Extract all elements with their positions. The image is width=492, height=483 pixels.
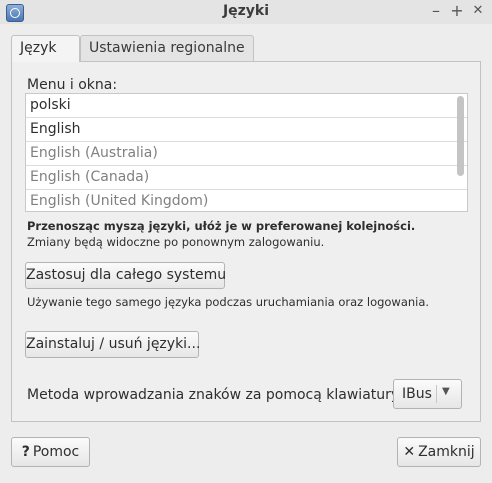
help-button[interactable]: ? Pomoc xyxy=(11,437,90,467)
list-item[interactable]: polski xyxy=(26,94,467,118)
list-item[interactable]: English (Australia) xyxy=(26,142,467,166)
tab-language[interactable]: Język xyxy=(11,35,80,62)
drag-order-hint: Przenosząc myszą języki, ułóż je w prefe… xyxy=(27,219,416,233)
close-button[interactable]: ✕ Zamknij xyxy=(397,437,481,467)
list-item[interactable]: English xyxy=(26,118,467,142)
tab-regional-settings[interactable]: Ustawienia regionalne xyxy=(80,35,254,61)
language-list[interactable]: polski English English (Australia) Engli… xyxy=(25,93,468,212)
input-method-label: Metoda wprowadzania znaków za pomocą kla… xyxy=(27,387,403,403)
chevron-down-icon: ▼ xyxy=(442,386,450,397)
combo-separator xyxy=(436,385,437,403)
minimize-icon[interactable]: – xyxy=(427,2,445,20)
close-icon: ✕ xyxy=(403,444,416,460)
help-icon: ? xyxy=(21,444,30,460)
list-item[interactable]: English (United Kingdom) xyxy=(26,190,467,211)
help-label: Pomoc xyxy=(32,444,80,460)
menus-windows-label: Menu i okna: xyxy=(27,77,118,93)
install-remove-languages-button[interactable]: Zainstaluj / usuń języki... xyxy=(25,331,200,358)
window-title: Języki xyxy=(222,3,270,19)
list-scrollbar[interactable] xyxy=(457,96,465,209)
input-method-select[interactable]: IBus ▼ xyxy=(393,379,462,409)
input-method-value: IBus xyxy=(402,386,432,402)
title-bar: Języki – + ✕ xyxy=(0,0,492,24)
maximize-icon[interactable]: + xyxy=(448,2,466,20)
apply-description: Używanie tego samego języka podczas uruc… xyxy=(27,295,430,309)
close-icon[interactable]: ✕ xyxy=(469,2,487,20)
scrollbar-thumb[interactable] xyxy=(457,96,464,176)
relogin-hint: Zmiany będą widoczne po ponownym zalogow… xyxy=(27,235,325,249)
close-label: Zamknij xyxy=(418,444,475,460)
apply-system-wide-button[interactable]: Zastosuj dla całego systemu xyxy=(25,262,226,289)
list-item[interactable]: English (Canada) xyxy=(26,166,467,190)
